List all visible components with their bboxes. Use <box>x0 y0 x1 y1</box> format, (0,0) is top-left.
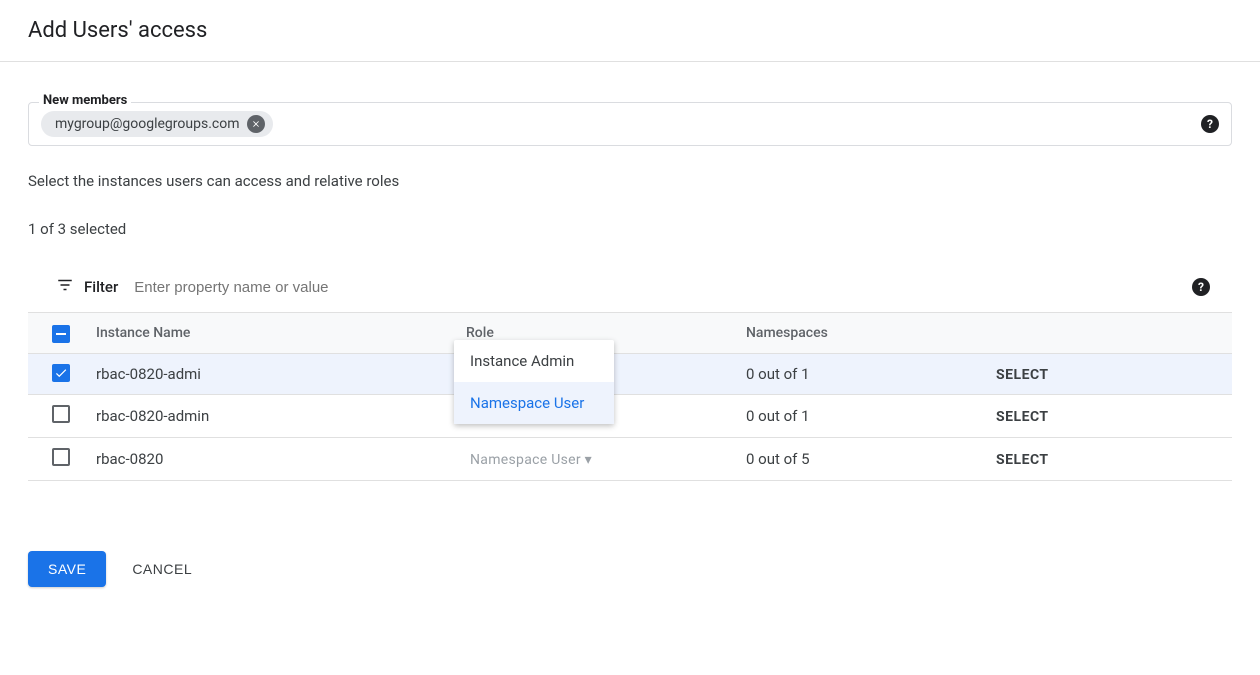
member-chip: mygroup@googlegroups.com <box>41 111 273 137</box>
cancel-button[interactable]: CANCEL <box>132 561 192 577</box>
help-icon[interactable]: ? <box>1201 115 1219 133</box>
namespaces-value: 0 out of 1 <box>734 354 984 395</box>
select-all-checkbox[interactable] <box>52 325 70 343</box>
instance-name: rbac-0820-admi <box>84 354 454 395</box>
role-cell[interactable]: Instance Admin Namespace User <box>454 354 734 395</box>
description-text: Select the instances users can access an… <box>28 172 1232 190</box>
namespaces-value: 0 out of 1 <box>734 395 984 438</box>
table-row[interactable]: rbac-0820-admi Instance Admin Namespace … <box>28 354 1232 395</box>
filter-icon <box>56 276 74 298</box>
col-header-namespaces[interactable]: Namespaces <box>734 313 984 354</box>
role-option-instance-admin[interactable]: Instance Admin <box>454 340 614 382</box>
role-cell[interactable]: Namespace User ▾ <box>454 438 734 481</box>
help-icon[interactable]: ? <box>1192 278 1210 296</box>
row-checkbox[interactable] <box>52 405 70 423</box>
role-dropdown-menu: Instance Admin Namespace User <box>454 340 614 424</box>
close-icon[interactable] <box>247 115 265 133</box>
col-header-instance[interactable]: Instance Name <box>84 313 454 354</box>
new-members-label: New members <box>39 93 131 108</box>
row-checkbox[interactable] <box>52 364 70 382</box>
role-option-namespace-user[interactable]: Namespace User <box>454 382 614 424</box>
save-button[interactable]: SAVE <box>28 551 106 587</box>
table-row[interactable]: rbac-0820 Namespace User ▾ 0 out of 5 SE… <box>28 438 1232 481</box>
instances-table: Instance Name Role Namespaces rbac-0820-… <box>28 312 1232 481</box>
new-members-field[interactable]: New members mygroup@googlegroups.com ? <box>28 102 1232 146</box>
selection-count: 1 of 3 selected <box>28 220 1232 238</box>
filter-label: Filter <box>84 278 118 296</box>
select-button[interactable]: SELECT <box>996 409 1049 425</box>
filter-input[interactable] <box>134 279 1192 296</box>
table-row[interactable]: rbac-0820-admin 0 out of 1 SELECT <box>28 395 1232 438</box>
filter-bar: Filter ? <box>28 262 1232 312</box>
role-value-truncated: Namespace User ▾ <box>466 452 592 468</box>
select-button[interactable]: SELECT <box>996 367 1049 383</box>
instance-name: rbac-0820 <box>84 438 454 481</box>
member-chip-text: mygroup@googlegroups.com <box>55 116 239 132</box>
select-button[interactable]: SELECT <box>996 452 1049 468</box>
namespaces-value: 0 out of 5 <box>734 438 984 481</box>
page-title: Add Users' access <box>0 0 1260 62</box>
row-checkbox[interactable] <box>52 448 70 466</box>
instance-name: rbac-0820-admin <box>84 395 454 438</box>
